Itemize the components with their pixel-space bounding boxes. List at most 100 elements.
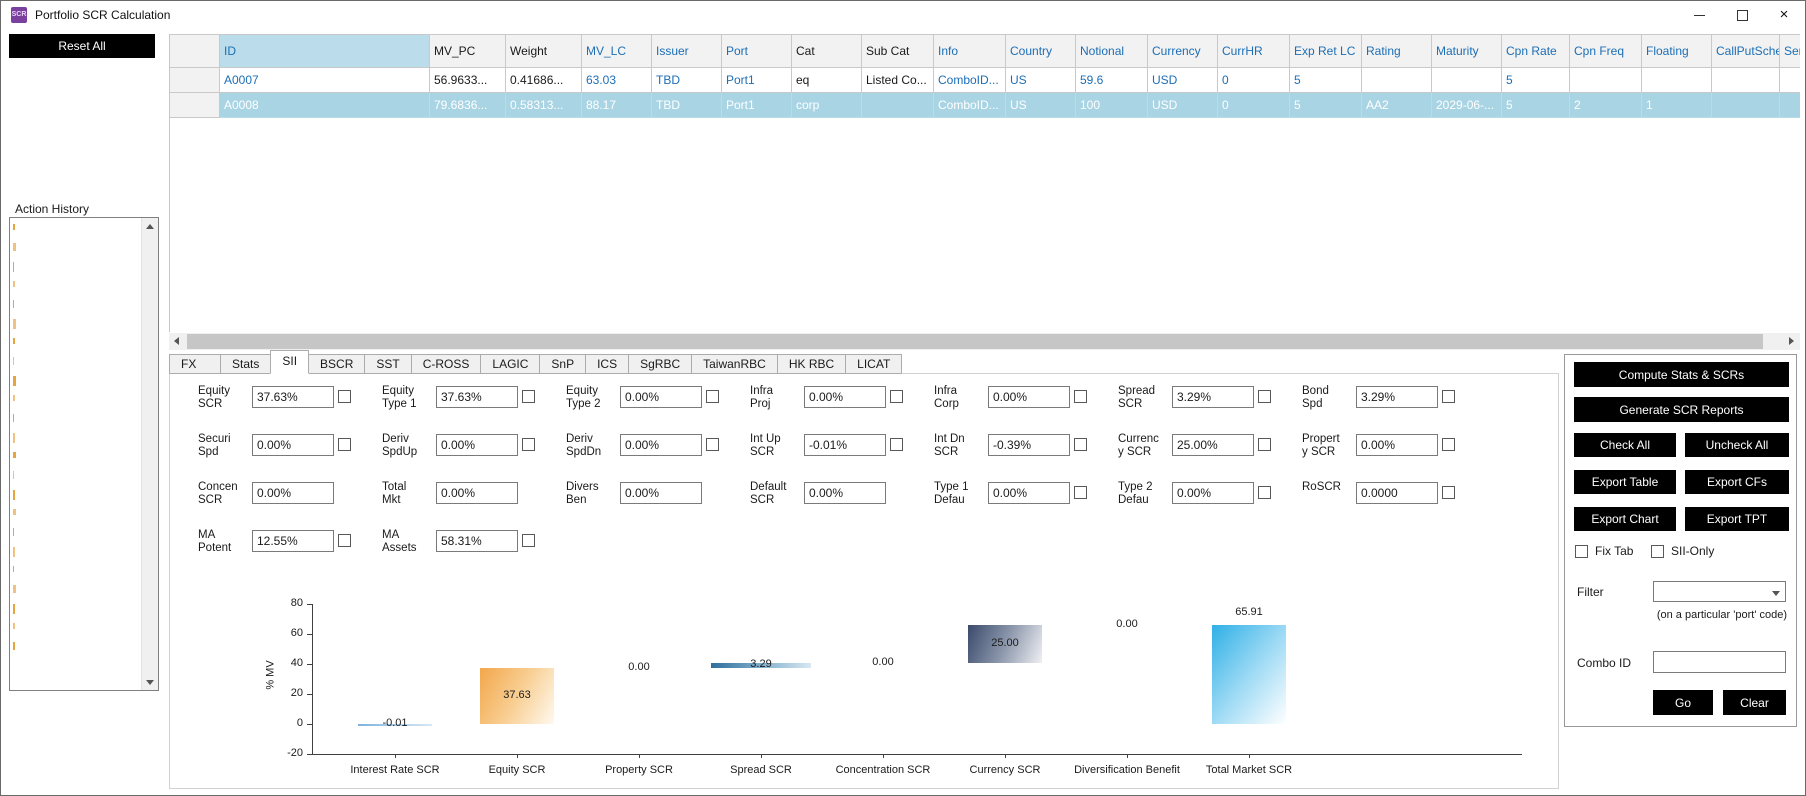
- tab-snp[interactable]: SnP: [539, 354, 587, 374]
- tab-hk-rbc[interactable]: HK RBC: [776, 354, 847, 374]
- cell-rating[interactable]: AA2: [1362, 93, 1432, 118]
- field-input-deriv-spddn[interactable]: [620, 434, 702, 456]
- field-checkbox-propert-y-scr[interactable]: [1442, 438, 1455, 451]
- combo-id-input[interactable]: [1653, 651, 1786, 673]
- cell-rating[interactable]: [1362, 68, 1432, 93]
- column-header-currhr[interactable]: CurrHR: [1218, 34, 1290, 68]
- reset-all-button[interactable]: Reset All: [9, 34, 155, 58]
- scroll-up-arrow-icon[interactable]: [142, 218, 158, 234]
- field-checkbox-infra-proj[interactable]: [890, 390, 903, 403]
- column-header-country[interactable]: Country: [1006, 34, 1076, 68]
- scroll-left-arrow-icon[interactable]: [169, 333, 186, 350]
- column-header-info[interactable]: Info: [934, 34, 1006, 68]
- column-header-mv-lc[interactable]: MV_LC: [582, 34, 652, 68]
- field-input-equity-type-1[interactable]: [436, 386, 518, 408]
- cell-cat[interactable]: eq: [792, 68, 862, 93]
- tab-taiwanrbc[interactable]: TaiwanRBC: [691, 354, 778, 374]
- cell-country[interactable]: US: [1006, 93, 1076, 118]
- field-checkbox-bond-spd[interactable]: [1442, 390, 1455, 403]
- export-chart-button[interactable]: Export Chart: [1574, 507, 1676, 531]
- cell-callputsche[interactable]: [1712, 93, 1780, 118]
- cell-issuer[interactable]: TBD: [652, 93, 722, 118]
- column-header-issuer[interactable]: Issuer: [652, 34, 722, 68]
- field-checkbox-deriv-spdup[interactable]: [522, 438, 535, 451]
- field-input-type-1-defau[interactable]: [988, 482, 1070, 504]
- cell-ser[interactable]: [1780, 68, 1800, 93]
- field-checkbox-equity-type-1[interactable]: [522, 390, 535, 403]
- cell-id[interactable]: A0008: [220, 93, 430, 118]
- table-row[interactable]: A0007 56.9633... 0.41686... 63.03 TBD Port1 eq…: [170, 68, 1800, 93]
- tab-fx[interactable]: FX: [169, 354, 221, 374]
- field-checkbox-ma-potent[interactable]: [338, 534, 351, 547]
- cell-sub-cat[interactable]: [862, 93, 934, 118]
- cell-currhr[interactable]: 0: [1218, 93, 1290, 118]
- export-cfs-button[interactable]: Export CFs: [1685, 470, 1789, 494]
- column-header-cpn-freq[interactable]: Cpn Freq: [1570, 34, 1642, 68]
- cell-notional[interactable]: 59.6: [1076, 68, 1148, 93]
- tab-sgrbc[interactable]: SgRBC: [628, 354, 693, 374]
- field-checkbox-currenc-y-scr[interactable]: [1258, 438, 1271, 451]
- field-checkbox-infra-corp[interactable]: [1074, 390, 1087, 403]
- uncheck-all-button[interactable]: Uncheck All: [1685, 433, 1789, 457]
- cell-ser[interactable]: [1780, 93, 1800, 118]
- field-checkbox-securi-spd[interactable]: [338, 438, 351, 451]
- field-input-divers-ben[interactable]: [620, 482, 702, 504]
- field-input-ma-assets[interactable]: [436, 530, 518, 552]
- cell-port[interactable]: Port1: [722, 93, 792, 118]
- column-header-id[interactable]: ID: [220, 34, 430, 68]
- field-checkbox-spread-scr[interactable]: [1258, 390, 1271, 403]
- export-tpt-button[interactable]: Export TPT: [1685, 507, 1789, 531]
- cell-cpn-rate[interactable]: 5: [1502, 68, 1570, 93]
- field-input-total-mkt[interactable]: [436, 482, 518, 504]
- cell-cpn-rate[interactable]: 5: [1502, 93, 1570, 118]
- cell-weight[interactable]: 0.41686...: [506, 68, 582, 93]
- field-input-securi-spd[interactable]: [252, 434, 334, 456]
- cell-maturity[interactable]: [1432, 68, 1502, 93]
- field-input-equity-type-2[interactable]: [620, 386, 702, 408]
- tab-sst[interactable]: SST: [364, 354, 412, 374]
- tab-c-ross[interactable]: C-ROSS: [410, 354, 482, 374]
- tab-stats[interactable]: Stats: [220, 354, 272, 374]
- cell-currency[interactable]: USD: [1148, 68, 1218, 93]
- column-header-maturity[interactable]: Maturity: [1432, 34, 1502, 68]
- sii-only-checkbox[interactable]: [1651, 545, 1664, 558]
- cell-callputsche[interactable]: [1712, 68, 1780, 93]
- cell-exp-ret-lc[interactable]: 5: [1290, 93, 1362, 118]
- minimize-button[interactable]: [1679, 1, 1721, 29]
- field-checkbox-type-1-defau[interactable]: [1074, 486, 1087, 499]
- generate-reports-button[interactable]: Generate SCR Reports: [1574, 397, 1789, 422]
- field-input-propert-y-scr[interactable]: [1356, 434, 1438, 456]
- column-header-sub-cat[interactable]: Sub Cat: [862, 34, 934, 68]
- field-input-type-2-defau[interactable]: [1172, 482, 1254, 504]
- column-header-mv-pc[interactable]: MV_PC: [430, 34, 506, 68]
- field-input-infra-corp[interactable]: [988, 386, 1070, 408]
- cell-issuer[interactable]: TBD: [652, 68, 722, 93]
- field-input-ma-potent[interactable]: [252, 530, 334, 552]
- tab-sii[interactable]: SII: [270, 350, 310, 374]
- column-header-currency[interactable]: Currency: [1148, 34, 1218, 68]
- cell-cat[interactable]: corp: [792, 93, 862, 118]
- field-input-int-up-scr[interactable]: [804, 434, 886, 456]
- cell-id[interactable]: A0007: [220, 68, 430, 93]
- column-header-rating[interactable]: Rating: [1362, 34, 1432, 68]
- field-input-deriv-spdup[interactable]: [436, 434, 518, 456]
- go-button[interactable]: Go: [1653, 690, 1713, 715]
- row-selector[interactable]: [170, 93, 220, 118]
- table-row[interactable]: A0008 79.6836... 0.58313... 88.17 TBD Port1 co…: [170, 93, 1800, 118]
- column-header-ser[interactable]: Ser: [1780, 34, 1800, 68]
- tab-ics[interactable]: ICS: [585, 354, 630, 374]
- cell-mv-pc[interactable]: 79.6836...: [430, 93, 506, 118]
- field-checkbox-equity-type-2[interactable]: [706, 390, 719, 403]
- field-checkbox-deriv-spddn[interactable]: [706, 438, 719, 451]
- cell-floating[interactable]: [1642, 68, 1712, 93]
- field-input-bond-spd[interactable]: [1356, 386, 1438, 408]
- cell-weight[interactable]: 0.58313...: [506, 93, 582, 118]
- cell-country[interactable]: US: [1006, 68, 1076, 93]
- field-input-default-scr[interactable]: [804, 482, 886, 504]
- cell-currhr[interactable]: 0: [1218, 68, 1290, 93]
- cell-mv-pc[interactable]: 56.9633...: [430, 68, 506, 93]
- row-selector-header[interactable]: [170, 34, 220, 68]
- cell-maturity[interactable]: 2029-06-...: [1432, 93, 1502, 118]
- filter-dropdown[interactable]: [1653, 581, 1786, 602]
- column-header-cat[interactable]: Cat: [792, 34, 862, 68]
